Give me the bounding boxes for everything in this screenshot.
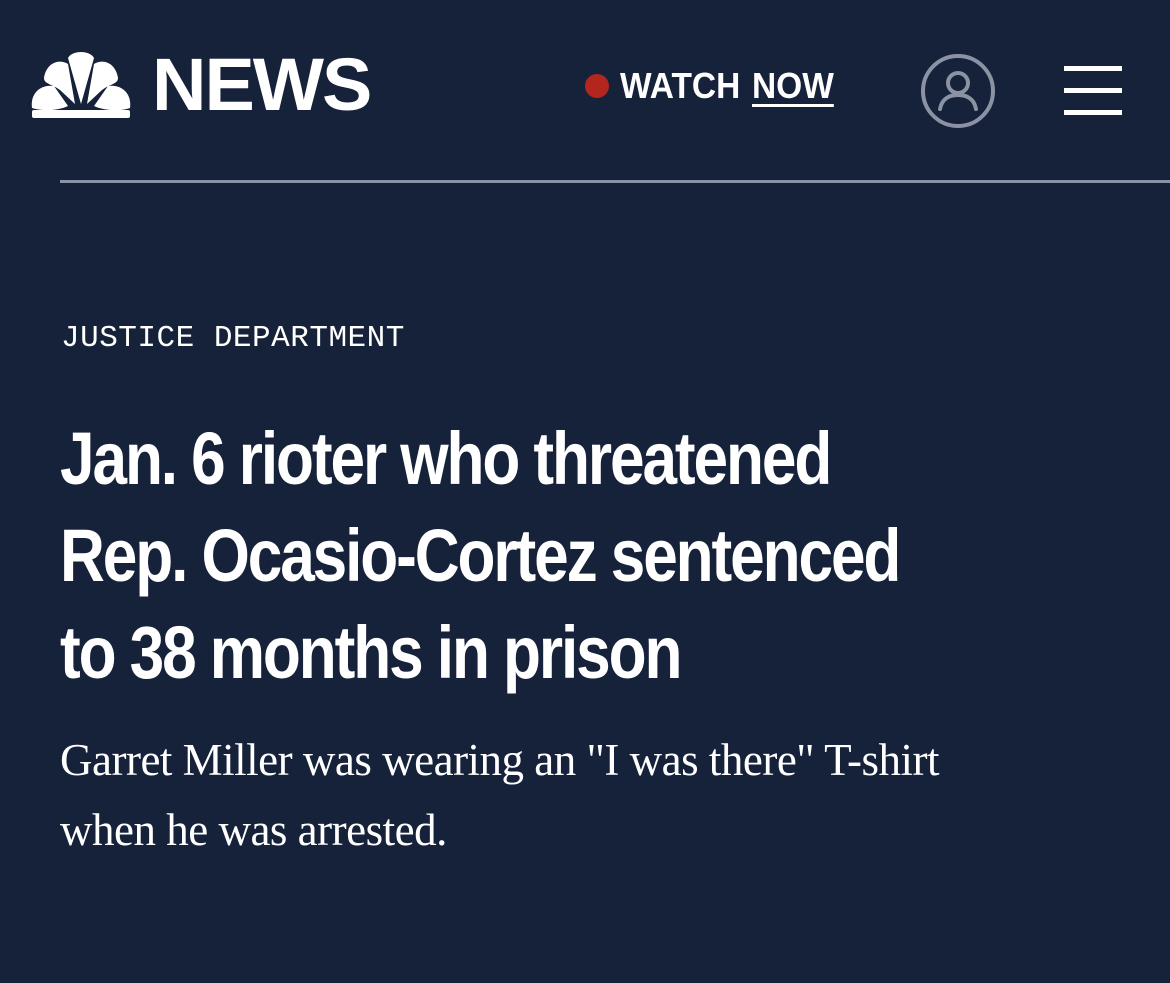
nbc-news-logo[interactable]: NEWS: [30, 48, 372, 122]
section-label[interactable]: JUSTICE DEPARTMENT: [61, 321, 405, 356]
site-header: NEWS WATCH NOW: [0, 0, 1170, 182]
headline-line: Jan. 6 rioter who threatened: [60, 417, 832, 500]
dek-line: Garret Miller was wearing an "I was ther…: [60, 735, 939, 785]
live-indicator-icon: [585, 74, 609, 98]
watch-now-label[interactable]: NOW: [752, 68, 834, 104]
dek-line: when he was arrested.: [60, 805, 447, 855]
hamburger-menu-icon[interactable]: [1064, 64, 1124, 116]
logo-wordmark: NEWS: [152, 43, 372, 126]
watch-label: WATCH: [620, 65, 741, 106]
headline-line: Rep. Ocasio-Cortez sentenced: [60, 514, 901, 597]
headline-line: to 38 months in prison: [60, 611, 682, 694]
watch-now-link[interactable]: WATCH NOW: [585, 68, 840, 104]
account-icon[interactable]: [920, 53, 996, 129]
article-dek: Garret Miller was wearing an "I was ther…: [60, 725, 1120, 865]
nbc-peacock-icon: [31, 52, 131, 118]
article-headline: Jan. 6 rioter who threatened Rep. Ocasio…: [60, 410, 1140, 701]
header-divider: [60, 180, 1170, 183]
